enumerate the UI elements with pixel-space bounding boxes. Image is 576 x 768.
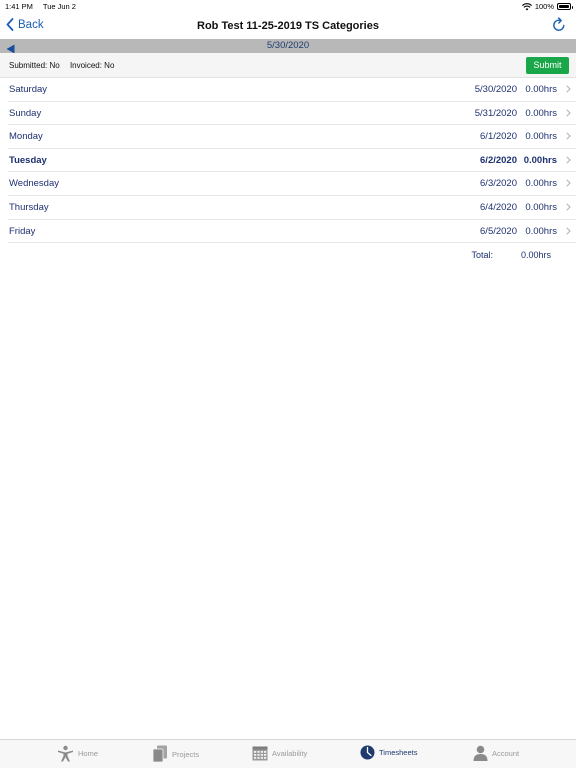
day-hours: 0.00hrs bbox=[525, 84, 557, 95]
day-hours: 0.00hrs bbox=[523, 154, 557, 166]
day-hours: 0.00hrs bbox=[525, 178, 557, 190]
day-hours: 0.00hrs bbox=[525, 225, 557, 237]
day-name: Saturday bbox=[9, 84, 48, 95]
tab-bar: Home Projects Availability Timesheets Ac… bbox=[0, 739, 576, 768]
user-icon bbox=[473, 745, 488, 761]
wifi-icon bbox=[521, 2, 532, 10]
day-date: 6/2/2020 bbox=[480, 154, 517, 166]
tab-label: Projects bbox=[172, 749, 200, 759]
summary-bar: Submitted: No Invoiced: No Submit bbox=[0, 53, 576, 78]
status-time: 1:41 PM bbox=[5, 2, 33, 11]
battery-percent: 100% bbox=[534, 2, 554, 11]
tab-timesheets[interactable]: Timesheets bbox=[360, 745, 418, 760]
submitted-status: Submitted: No bbox=[9, 61, 60, 70]
status-date: Tue Jun 2 bbox=[42, 2, 76, 11]
day-date: 6/4/2020 bbox=[480, 201, 517, 213]
chevron-right-icon bbox=[566, 226, 571, 235]
documents-icon bbox=[152, 745, 167, 763]
battery-icon bbox=[557, 3, 573, 10]
tab-availability[interactable]: Availability bbox=[252, 745, 307, 761]
chevron-right-icon bbox=[566, 132, 571, 140]
day-hours: 0.00hrs bbox=[525, 131, 557, 143]
day-row-wednesday[interactable]: Wednesday 6/3/2020 0.00hrs bbox=[8, 172, 576, 196]
status-bar: 1:41 PM Tue Jun 2 100% bbox=[0, 0, 576, 12]
day-date: 6/5/2020 bbox=[480, 225, 517, 237]
chevron-right-icon bbox=[566, 156, 571, 164]
day-row-friday[interactable]: Friday 6/5/2020 0.00hrs bbox=[8, 220, 576, 244]
calendar-icon bbox=[252, 746, 268, 761]
total-hours: 0.00hrs bbox=[520, 250, 551, 260]
submit-button[interactable]: Submit bbox=[526, 57, 569, 74]
tab-label: Account bbox=[492, 748, 520, 758]
chevron-right-icon bbox=[566, 203, 571, 211]
clock-icon bbox=[360, 745, 375, 760]
day-row-monday[interactable]: Monday 6/1/2020 0.00hrs bbox=[8, 125, 576, 149]
tab-label: Timesheets bbox=[379, 748, 418, 757]
day-hours: 0.00hrs bbox=[525, 201, 557, 213]
day-row-sunday[interactable]: Sunday 5/31/2020 0.00hrs bbox=[8, 102, 576, 126]
person-icon bbox=[58, 745, 73, 762]
day-list: Saturday 5/30/2020 0.00hrs Sunday 5/31/2… bbox=[0, 78, 576, 244]
timesheet-status: Submitted: No Invoiced: No bbox=[9, 61, 122, 70]
status-right: 100% bbox=[521, 2, 573, 11]
day-name: Wednesday bbox=[9, 178, 59, 190]
tab-label: Home bbox=[78, 749, 99, 758]
tab-home[interactable]: Home bbox=[57, 745, 98, 762]
tab-projects[interactable]: Projects bbox=[152, 745, 199, 763]
day-name: Friday bbox=[9, 225, 36, 237]
day-row-tuesday[interactable]: Tuesday 6/2/2020 0.00hrs bbox=[8, 149, 576, 173]
day-date: 5/30/2020 bbox=[474, 84, 517, 95]
chevron-right-icon bbox=[566, 85, 571, 93]
week-start-date: 5/30/2020 bbox=[266, 40, 310, 51]
day-row-saturday[interactable]: Saturday 5/30/2020 0.00hrs bbox=[8, 78, 576, 102]
day-date: 6/1/2020 bbox=[480, 131, 517, 143]
page-title: Rob Test 11-25-2019 TS Categories bbox=[197, 20, 379, 32]
day-date: 5/31/2020 bbox=[474, 107, 517, 119]
day-row-thursday[interactable]: Thursday 6/4/2020 0.00hrs bbox=[8, 196, 576, 220]
day-name: Monday bbox=[9, 131, 43, 143]
invoiced-status: Invoiced: No bbox=[69, 61, 115, 70]
day-hours: 0.00hrs bbox=[525, 107, 557, 119]
refresh-icon bbox=[553, 17, 565, 31]
day-name: Tuesday bbox=[9, 154, 47, 166]
refresh-button[interactable] bbox=[552, 17, 566, 37]
tab-account[interactable]: Account bbox=[473, 745, 519, 761]
tab-label: Availability bbox=[272, 748, 308, 758]
chevron-right-icon bbox=[566, 109, 571, 117]
total-row: Total: 0.00hrs bbox=[0, 248, 576, 262]
nav-bar: Back Rob Test 11-25-2019 TS Categories bbox=[0, 12, 576, 39]
day-date: 6/3/2020 bbox=[480, 178, 517, 190]
day-name: Sunday bbox=[9, 107, 42, 119]
status-left: 1:41 PM Tue Jun 2 bbox=[5, 2, 84, 11]
chevron-right-icon bbox=[566, 179, 571, 187]
week-date-bar: 5/30/2020 bbox=[0, 39, 576, 54]
total-label: Total: bbox=[471, 250, 493, 260]
day-name: Thursday bbox=[9, 201, 49, 213]
